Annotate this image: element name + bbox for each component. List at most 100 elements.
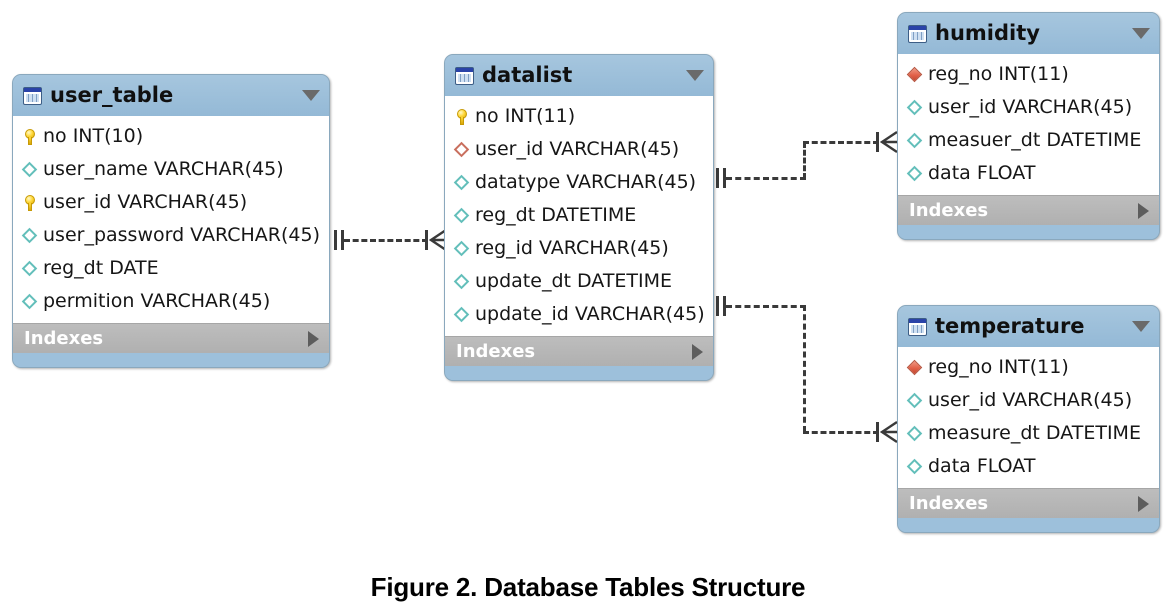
diamond-icon <box>21 260 39 278</box>
cardinality-bar-marker <box>876 422 879 442</box>
chevron-right-icon[interactable] <box>1138 202 1149 219</box>
table-field-row[interactable]: update_id VARCHAR(45) <box>445 298 713 331</box>
er-table-humidity[interactable]: humidity reg_no INT(11) user_id VARCHAR(… <box>897 12 1160 240</box>
table-title: user_table <box>50 83 174 107</box>
diamond-icon <box>906 458 924 476</box>
table-field-row[interactable]: update_dt DATETIME <box>445 265 713 298</box>
cardinality-bar-marker <box>425 230 428 250</box>
table-field-row[interactable]: permition VARCHAR(45) <box>13 285 329 318</box>
chevron-right-icon[interactable] <box>308 330 319 347</box>
diamond-icon <box>453 207 471 225</box>
table-field-row[interactable]: reg_id VARCHAR(45) <box>445 232 713 265</box>
field-label: user_name VARCHAR(45) <box>43 158 284 180</box>
table-field-row[interactable]: reg_no INT(11) <box>898 351 1159 384</box>
diamond-icon <box>906 425 924 443</box>
table-field-row[interactable]: user_password VARCHAR(45) <box>13 219 329 252</box>
table-footer <box>898 518 1159 532</box>
relationship-user-table-datalist[interactable] <box>330 228 448 252</box>
indexes-section-humidity[interactable]: Indexes <box>898 195 1159 225</box>
table-title: datalist <box>482 63 573 87</box>
table-field-row[interactable]: user_id VARCHAR(45) <box>13 186 329 219</box>
chevron-down-icon[interactable] <box>1132 28 1150 39</box>
field-label: update_id VARCHAR(45) <box>475 303 705 325</box>
indexes-section-temperature[interactable]: Indexes <box>898 488 1159 518</box>
chevron-down-icon[interactable] <box>302 90 320 101</box>
table-field-row[interactable]: measure_dt DATETIME <box>898 417 1159 450</box>
table-header-humidity[interactable]: humidity <box>898 13 1159 54</box>
field-label: reg_id VARCHAR(45) <box>475 237 669 259</box>
indexes-section-datalist[interactable]: Indexes <box>445 336 713 366</box>
table-icon <box>455 66 474 85</box>
table-fields-temperature: reg_no INT(11) user_id VARCHAR(45) measu… <box>898 347 1159 488</box>
diamond-icon <box>21 293 39 311</box>
table-field-row[interactable]: no INT(10) <box>13 120 329 153</box>
table-field-row[interactable]: user_name VARCHAR(45) <box>13 153 329 186</box>
table-field-row[interactable]: user_id VARCHAR(45) <box>898 91 1159 124</box>
connector-line <box>803 431 879 434</box>
er-diagram-canvas: user_table no INT(10) user_name VARCHAR(… <box>0 0 1176 611</box>
field-label: reg_no INT(11) <box>928 356 1069 378</box>
table-icon <box>908 24 927 43</box>
table-header-datalist[interactable]: datalist <box>445 55 713 96</box>
table-icon <box>908 317 927 336</box>
indexes-section-user-table[interactable]: Indexes <box>13 323 329 353</box>
figure-caption: Figure 2. Database Tables Structure <box>370 572 806 602</box>
cardinality-one-marker <box>716 296 727 316</box>
field-label: update_dt DATETIME <box>475 270 673 292</box>
cardinality-bar-marker <box>876 132 879 152</box>
chevron-right-icon[interactable] <box>692 343 703 360</box>
table-field-row[interactable]: datatype VARCHAR(45) <box>445 166 713 199</box>
table-field-row[interactable]: data FLOAT <box>898 450 1159 483</box>
field-label: user_id VARCHAR(45) <box>475 138 680 160</box>
er-table-temperature[interactable]: temperature reg_no INT(11) user_id VARCH… <box>897 305 1160 533</box>
table-field-row[interactable]: reg_dt DATE <box>13 252 329 285</box>
indexes-label: Indexes <box>909 492 989 514</box>
er-table-user-table[interactable]: user_table no INT(10) user_name VARCHAR(… <box>12 74 330 368</box>
table-field-row[interactable]: data FLOAT <box>898 157 1159 190</box>
indexes-label: Indexes <box>456 340 536 362</box>
table-field-row[interactable]: reg_no INT(11) <box>898 58 1159 91</box>
table-header-user-table[interactable]: user_table <box>13 75 329 116</box>
diamond-icon <box>21 161 39 179</box>
indexes-label: Indexes <box>24 327 104 349</box>
table-footer <box>898 225 1159 239</box>
cardinality-one-marker <box>334 230 345 250</box>
relationship-datalist-temperature[interactable] <box>714 294 900 454</box>
field-label: permition VARCHAR(45) <box>43 290 271 312</box>
diamond-icon <box>906 392 924 410</box>
table-field-row[interactable]: reg_dt DATETIME <box>445 199 713 232</box>
table-fields-humidity: reg_no INT(11) user_id VARCHAR(45) measu… <box>898 54 1159 195</box>
chevron-right-icon[interactable] <box>1138 495 1149 512</box>
field-label: measure_dt DATETIME <box>928 422 1141 444</box>
table-title: temperature <box>935 314 1085 338</box>
chevron-down-icon[interactable] <box>1132 321 1150 332</box>
table-icon <box>23 86 42 105</box>
table-footer <box>445 366 713 380</box>
field-label: data FLOAT <box>928 455 1036 477</box>
relationship-datalist-humidity[interactable] <box>714 130 900 202</box>
table-field-row[interactable]: user_id VARCHAR(45) <box>445 133 713 166</box>
field-label: user_id VARCHAR(45) <box>43 191 248 213</box>
field-label: datatype VARCHAR(45) <box>475 171 697 193</box>
crow-foot-icon <box>880 131 898 153</box>
table-header-temperature[interactable]: temperature <box>898 306 1159 347</box>
table-field-row[interactable]: user_id VARCHAR(45) <box>898 384 1159 417</box>
field-label: reg_dt DATETIME <box>475 204 637 226</box>
field-label: data FLOAT <box>928 162 1036 184</box>
crow-foot-icon <box>880 421 898 443</box>
table-field-row[interactable]: measuer_dt DATETIME <box>898 124 1159 157</box>
chevron-down-icon[interactable] <box>686 70 704 81</box>
field-label: reg_no INT(11) <box>928 63 1069 85</box>
connector-line <box>726 305 806 308</box>
er-table-datalist[interactable]: datalist no INT(11) user_id VARCHAR(45) … <box>444 54 714 381</box>
table-field-row[interactable]: no INT(11) <box>445 100 713 133</box>
connector-line <box>803 141 879 144</box>
diamond-icon <box>453 174 471 192</box>
key-icon <box>21 128 39 146</box>
diamond-icon <box>453 306 471 324</box>
diamond-icon <box>906 132 924 150</box>
diamond-icon <box>906 165 924 183</box>
field-label: measuer_dt DATETIME <box>928 129 1142 151</box>
diamond-icon <box>453 240 471 258</box>
cardinality-one-marker <box>716 168 727 188</box>
